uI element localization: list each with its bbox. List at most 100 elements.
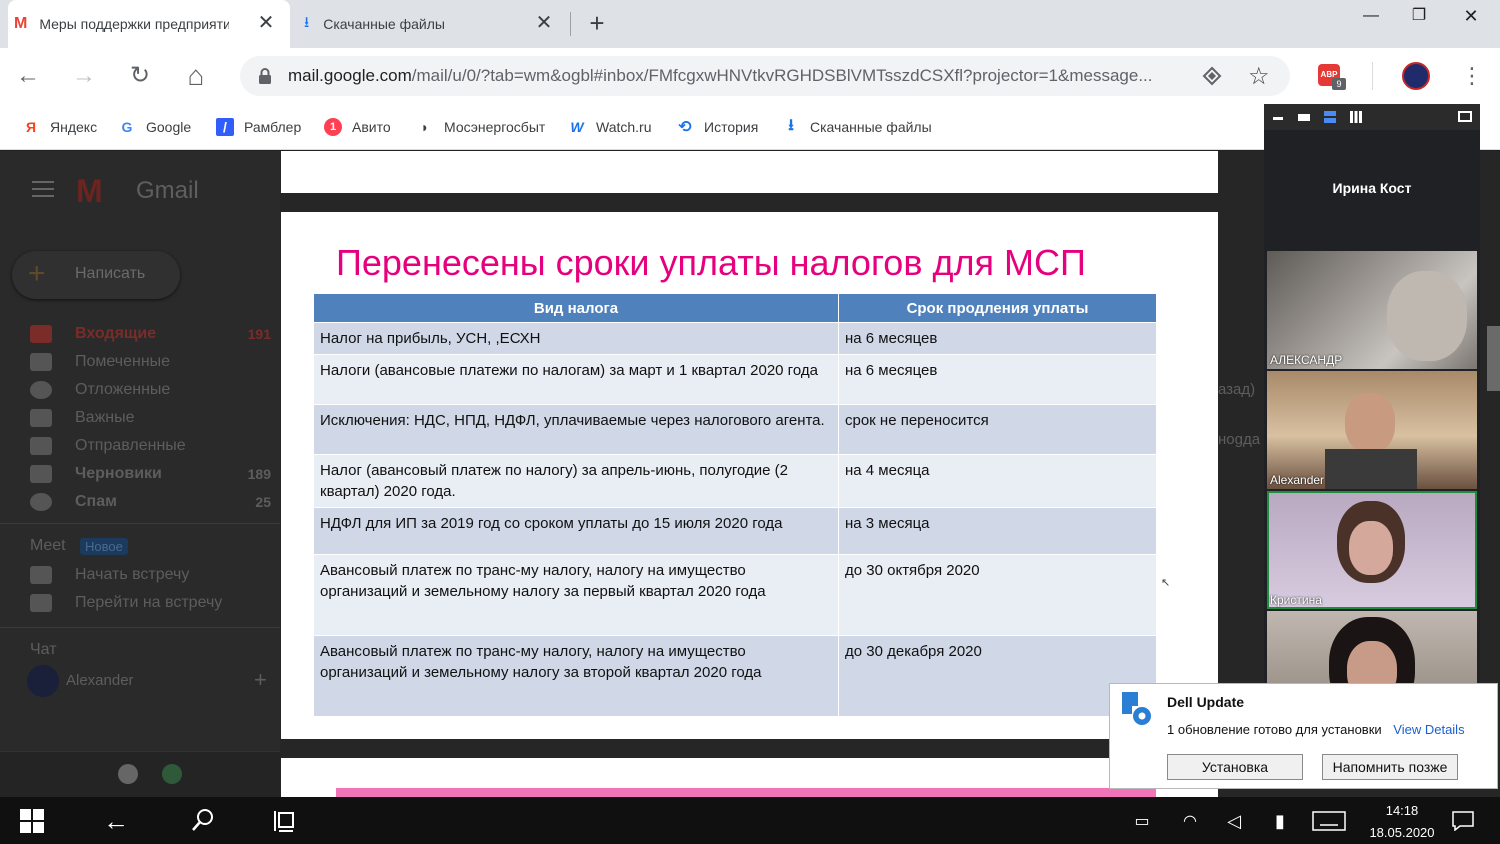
windows-start-icon[interactable] <box>20 809 44 833</box>
hangouts-icon[interactable] <box>162 764 182 784</box>
profile-avatar[interactable] <box>1402 62 1430 90</box>
folder-label: Черновики <box>75 465 162 482</box>
reload-button[interactable]: ↻ <box>124 60 156 92</box>
table-row: Налоги (авансовые платежи по налогам) за… <box>313 354 1157 405</box>
inbox-icon <box>30 325 52 343</box>
install-app-icon[interactable] <box>1202 66 1222 86</box>
folder-spam[interactable]: Спам 25 <box>30 490 275 514</box>
bookmark-avito[interactable]: 1 Авито <box>324 116 391 138</box>
taskbar-time[interactable]: 14:18 <box>1362 803 1442 818</box>
meet-item-label: Перейти на встречу <box>75 594 223 611</box>
folder-snoozed[interactable]: Отложенные <box>30 378 275 402</box>
remind-later-button[interactable]: Напомнить позже <box>1322 754 1458 780</box>
folder-inbox[interactable]: Входящие 191 <box>30 322 275 346</box>
bookmark-downloads[interactable]: ⭳ Скачанные файлы <box>782 116 932 138</box>
task-view-icon[interactable] <box>274 809 298 833</box>
folder-drafts[interactable]: Черновики 189 <box>30 462 275 486</box>
toolbar-divider <box>1372 62 1373 90</box>
add-chat-icon[interactable]: + <box>254 667 267 693</box>
chrome-menu-button[interactable]: ⋮ <box>1458 60 1486 92</box>
tab-close-icon[interactable]: ✕ <box>256 13 276 33</box>
exit-floating-icon[interactable] <box>1458 111 1472 122</box>
meet-section-title: Meet <box>30 537 66 554</box>
bookmark-rambler[interactable]: / Рамблер <box>216 116 301 138</box>
tab-divider <box>570 12 571 36</box>
term-cell: на 6 месяцев <box>838 322 1157 355</box>
grid-view-icon[interactable] <box>1350 111 1362 123</box>
folder-important[interactable]: Важные <box>30 406 275 430</box>
meet-join[interactable]: Перейти на встречу <box>30 591 275 615</box>
url-path: /mail/u/0/?tab=wm&ogbl#inbox/FMfcgxwHNVt… <box>411 66 1153 85</box>
participant-tile-speaking[interactable]: Кристина <box>1267 491 1477 609</box>
bookmark-label: Скачанные файлы <box>810 119 932 135</box>
draft-icon <box>30 465 52 483</box>
folder-sent[interactable]: Отправленные <box>30 434 275 458</box>
sidebar-footer <box>0 751 280 797</box>
action-center-icon[interactable] <box>1452 811 1474 831</box>
scrollbar-thumb[interactable] <box>1487 326 1500 391</box>
back-button[interactable]: ← <box>12 60 44 92</box>
touch-keyboard-icon[interactable] <box>1312 811 1346 831</box>
install-button[interactable]: Установка <box>1167 754 1303 780</box>
tab-close-icon[interactable]: ✕ <box>534 13 554 33</box>
folder-starred[interactable]: Помеченные <box>30 350 275 374</box>
bookmark-history[interactable]: ⟲ История <box>676 116 758 138</box>
address-bar[interactable]: mail.google.com/mail/u/0/?tab=wm&ogbl#in… <box>240 56 1290 96</box>
history-icon: ⟲ <box>678 119 692 136</box>
chat-user-name[interactable]: Alexander <box>66 672 134 689</box>
chat-section-title: Чат <box>30 641 57 658</box>
tab-gmail[interactable]: M Меры поддержки предприяти ✕ <box>8 0 290 48</box>
table-row: Авансовый платеж по транс-му налогу, нал… <box>313 554 1157 636</box>
participant-tile[interactable]: АЛЕКСАНДР <box>1267 251 1477 369</box>
view-details-link[interactable]: View Details <box>1393 722 1464 737</box>
main-menu-icon[interactable] <box>32 181 54 197</box>
bookmark-yandex[interactable]: Я Яндекс <box>22 116 97 138</box>
bookmark-watch[interactable]: W Watch.ru <box>568 116 652 138</box>
home-button[interactable]: ⌂ <box>180 60 212 92</box>
bookmark-star-icon[interactable]: ☆ <box>1248 62 1270 91</box>
minimize-button[interactable]: — <box>1348 0 1394 32</box>
url-text[interactable]: mail.google.com/mail/u/0/?tab=wm&ogbl#in… <box>288 66 1153 86</box>
taskbar-back-icon[interactable]: ← <box>100 805 132 837</box>
maximize-button[interactable]: ❐ <box>1396 0 1442 32</box>
minimize-view-icon[interactable] <box>1273 117 1283 120</box>
tab-downloads[interactable]: ⭳ Скачанные файлы ✕ <box>292 0 568 48</box>
sidebar-view-icon[interactable] <box>1324 111 1336 123</box>
small-view-icon[interactable] <box>1298 114 1310 121</box>
participant-name: АЛЕКСАНДР <box>1270 353 1343 367</box>
presenter-name: Ирина Кост <box>1332 180 1412 196</box>
new-tab-button[interactable]: + <box>582 8 612 38</box>
participant-video-face <box>1349 521 1393 575</box>
taskbar-date[interactable]: 18.05.2020 <box>1352 825 1452 840</box>
browser-toolbar: ← → ↻ ⌂ mail.google.com/mail/u/0/?tab=wm… <box>0 48 1500 104</box>
tax-cell: Авансовый платеж по транс-му налогу, нал… <box>313 635 839 717</box>
participant-video <box>1345 393 1395 453</box>
microphone-icon[interactable]: ▮ <box>1264 805 1296 837</box>
tax-cell: НДФЛ для ИП за 2019 год со сроком уплаты… <box>313 507 839 555</box>
meet-start[interactable]: Начать встречу <box>30 563 275 587</box>
gmail-favicon-icon: M <box>14 15 28 32</box>
term-cell: срок не переносится <box>838 404 1157 455</box>
person-icon[interactable] <box>118 764 138 784</box>
url-host: mail.google.com <box>288 66 412 85</box>
wifi-icon[interactable]: ◠ <box>1174 805 1206 837</box>
folder-count: 25 <box>255 494 271 510</box>
forward-button[interactable]: → <box>68 60 100 92</box>
search-icon[interactable] <box>190 807 216 833</box>
video-camera-icon <box>30 566 52 584</box>
bookmark-label: Watch.ru <box>596 119 652 135</box>
bookmark-mosenergosbyt[interactable]: ◗ Мосэнергосбыт <box>416 116 546 138</box>
folder-label: Входящие <box>75 325 157 342</box>
chat-user-avatar[interactable] <box>27 665 59 697</box>
battery-icon[interactable]: ▭ <box>1126 805 1158 837</box>
participant-tile[interactable]: Alexander <box>1267 371 1477 489</box>
volume-icon[interactable]: ◁ <box>1218 805 1250 837</box>
compose-button[interactable]: + Написать <box>12 251 180 299</box>
window-close-button[interactable]: ✕ <box>1448 0 1494 32</box>
folder-label: Помеченные <box>75 353 171 370</box>
participant-video-body <box>1325 449 1417 489</box>
table-row: Налог (авансовый платеж по налогу) за ап… <box>313 454 1157 508</box>
bookmark-google[interactable]: G Google <box>118 116 192 138</box>
mouse-cursor-icon: ↖ <box>1161 577 1171 589</box>
gmail-fragment: нogда <box>1218 431 1261 448</box>
